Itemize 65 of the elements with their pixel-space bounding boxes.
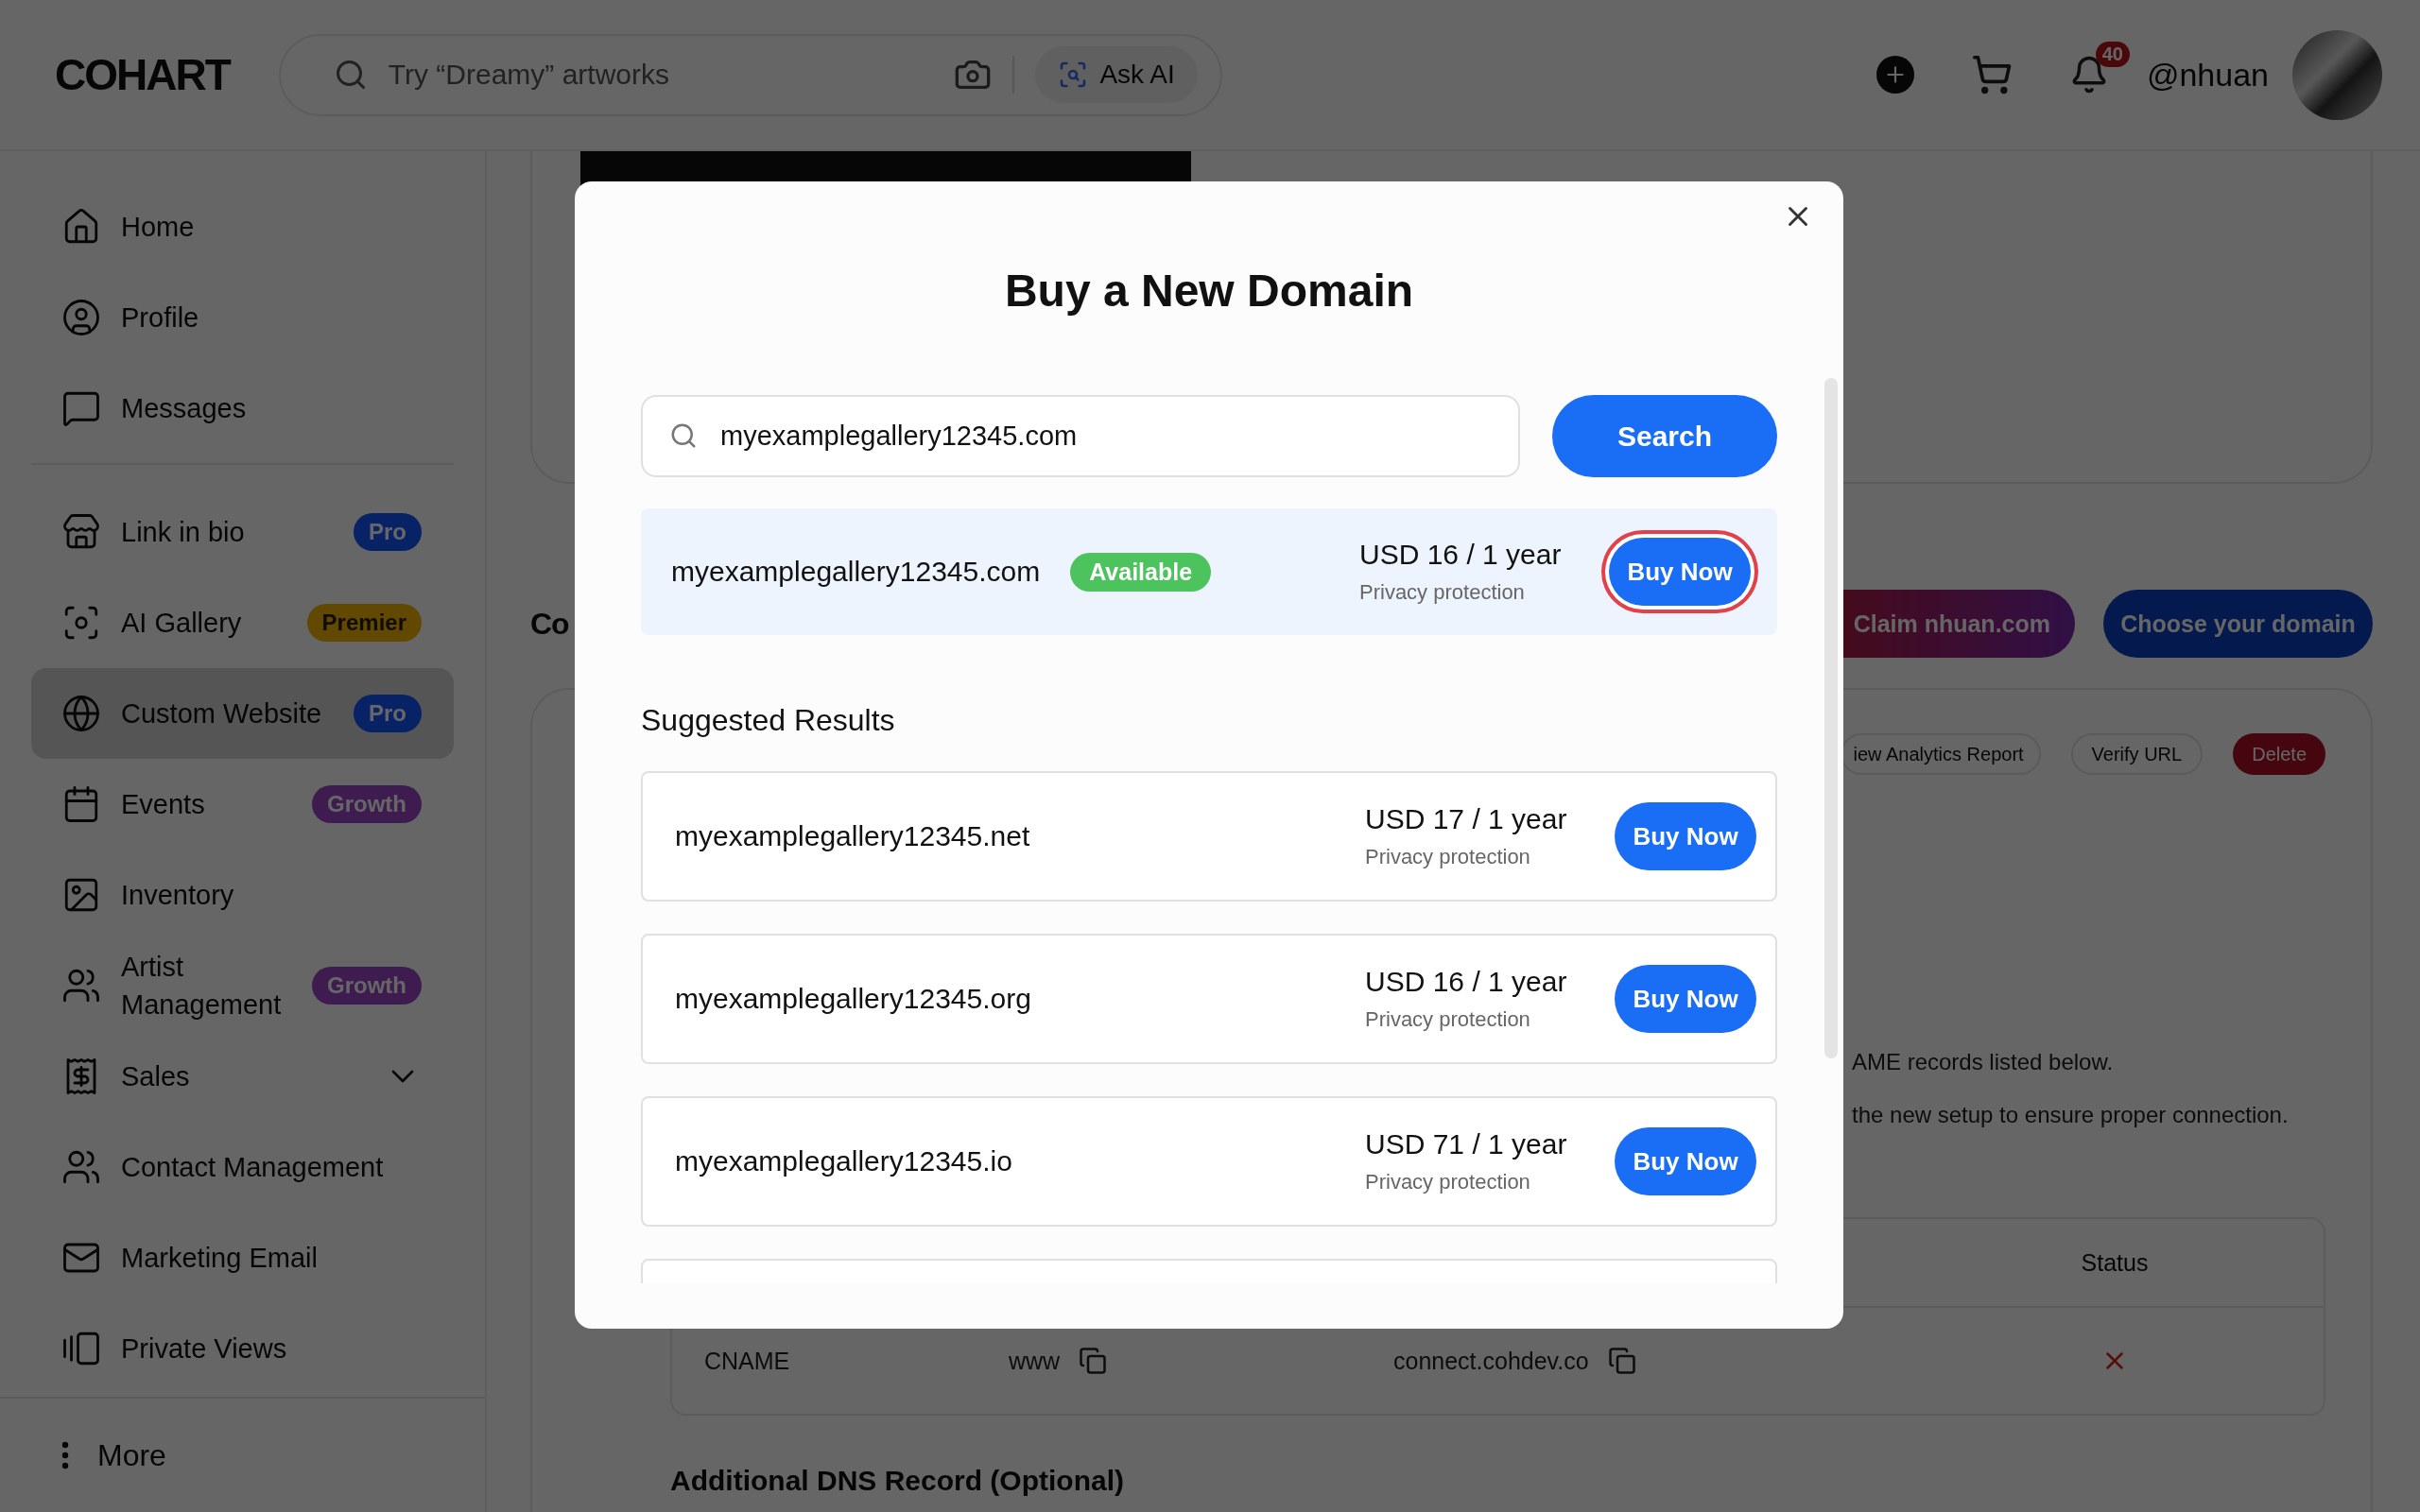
sidebar-item[interactable]: Sales [31,1031,454,1122]
sidebar-item[interactable]: Private Views [31,1303,454,1394]
plan-badge: Growth [312,967,422,1005]
search-placeholder: Try “Dreamy” artworks [388,59,670,91]
status-badge: Available [1070,552,1212,592]
domain-button[interactable]: Choose your domain [2103,590,2373,658]
price-note: Privacy protection [1365,1170,1531,1194]
buy-now-button[interactable]: Buy Now [1615,1127,1756,1195]
price-note: Privacy protection [1365,845,1531,869]
section-heading: Co [530,606,569,642]
scrollbar[interactable] [1824,378,1838,1058]
add-button[interactable] [1876,56,1914,94]
search-icon [669,421,698,450]
price: USD 16 / 1 year [1365,966,1568,998]
instruction-text: the new setup to ensure proper connection. [1852,1102,2290,1128]
more-icon [61,1441,69,1469]
search-field[interactable]: Try “Dreamy” artworks Ask AI [278,33,1222,116]
sidebar-item[interactable]: Profile [31,272,454,363]
dialog-title: Buy a New Domain [1003,265,1415,318]
table-cell: CNAME [704,1347,790,1375]
globe-icon [61,694,101,733]
sidebar-item[interactable]: AI Gallery Premier [31,577,454,668]
domain-search-field[interactable]: myexamplegallery12345.com [641,395,1520,477]
plan-badge: Pro [354,513,422,551]
copy-icon[interactable] [1079,1347,1108,1375]
section-heading: Suggested Results [641,702,896,739]
sidebar-item[interactable]: Home [31,181,454,272]
search-button[interactable]: Search [1552,395,1777,477]
sidebar-item[interactable]: Artist Management Growth [31,940,454,1031]
sidebar-item[interactable]: Contact Management [31,1122,454,1212]
price: USD 71 / 1 year [1365,1128,1568,1160]
price: USD 17 / 1 year [1365,803,1568,835]
sidebar-item[interactable]: Messages [31,363,454,454]
logo[interactable]: COHART [55,48,230,101]
price-note: Privacy protection [1359,580,1526,605]
price: USD 16 / 1 year [1359,539,1563,571]
instruction-text: AME records listed below. [1852,1049,2115,1075]
notification-count: 40 [2095,42,2130,67]
sidebar-item-selected[interactable]: Custom Website Pro [31,668,454,759]
sidebar-item[interactable]: Inventory [31,850,454,940]
section-heading: Additional DNS Record (Optional) [670,1465,1125,1497]
plan-badge: Premier [306,604,422,642]
table-cell: www [1009,1347,1061,1375]
buy-now-button[interactable]: Buy Now [1615,802,1756,870]
ask-ai-button[interactable]: Ask AI [1035,46,1198,103]
sidebar-item[interactable]: Link in bio Pro [31,487,454,577]
plan-badge: Pro [354,695,422,732]
sidebar-item[interactable]: Events Growth [31,759,454,850]
table-cell: connect.cohdev.co [1393,1347,1589,1375]
domain-name: myexamplegallery12345.io [675,1145,1012,1177]
domain-name: myexamplegallery12345.com [671,556,1041,588]
more-button[interactable]: More [61,1437,166,1473]
delete-button[interactable]: Delete [2233,733,2325,775]
column-header: Status [2081,1248,2149,1277]
username[interactable]: @nhuan [2146,56,2269,94]
user-circle-icon [61,298,101,337]
copy-icon[interactable] [1607,1347,1636,1375]
cart-button[interactable] [1970,54,2013,95]
action-button[interactable]: Verify URL [2070,733,2204,775]
domain-name: myexamplegallery12345.org [675,983,1031,1015]
price-note: Privacy protection [1365,1007,1531,1032]
buy-now-button[interactable]: Buy Now [1615,965,1756,1033]
domain-name: myexamplegallery12345.net [675,820,1030,852]
sidebar-item[interactable]: Marketing Email [31,1212,454,1303]
plan-badge: Growth [312,785,422,823]
